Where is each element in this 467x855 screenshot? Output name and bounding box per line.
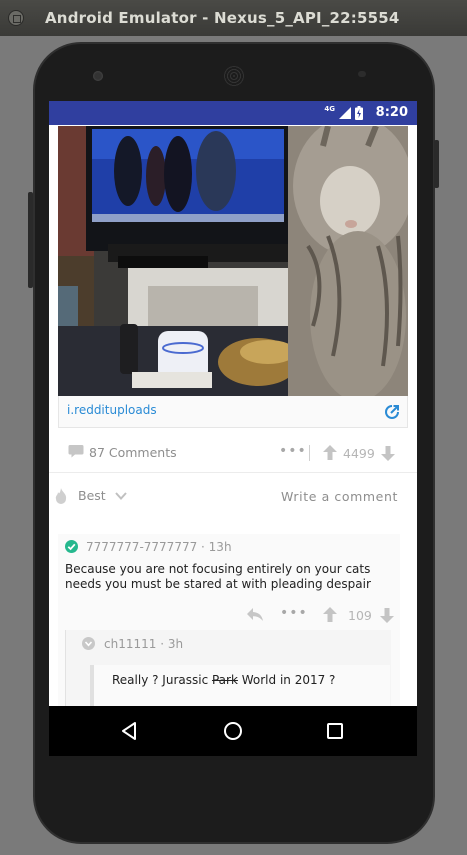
post-score: 4499 <box>343 446 375 461</box>
post-image[interactable] <box>58 126 408 396</box>
front-camera <box>93 71 103 81</box>
check-circle-icon[interactable] <box>65 540 78 553</box>
link-domain[interactable]: i.reddituploads <box>67 403 157 417</box>
signal-icon <box>339 107 351 119</box>
struck-text: Park <box>211 673 238 687</box>
comment-body: Because you are not focusing entirely on… <box>65 562 371 591</box>
window-title: Android Emulator - Nexus_5_API_22:5554 <box>45 9 400 27</box>
status-bar: 4G 8:20 <box>49 101 417 125</box>
home-icon[interactable] <box>222 720 244 742</box>
status-time: 8:20 <box>375 105 408 120</box>
post-actions: 87 Comments ••• 4499 <box>49 437 417 473</box>
comments-count[interactable]: 87 Comments <box>89 445 177 460</box>
reply-icon[interactable] <box>247 608 263 621</box>
reply-comment: ch11111 · 3h Really ? Jurassic Park Worl… <box>65 630 391 706</box>
divider <box>309 445 310 461</box>
comment-score: 109 <box>348 608 372 623</box>
power-button[interactable] <box>434 140 439 188</box>
status-icons: 4G <box>324 105 363 121</box>
sort-label[interactable]: Best <box>78 488 106 503</box>
downvote-icon[interactable] <box>380 608 394 623</box>
cat-photo <box>58 126 408 396</box>
device-screen: 4G 8:20 i.reddituploads 87 Comments ••• … <box>49 101 417 756</box>
link-bar[interactable]: i.reddituploads <box>58 396 408 428</box>
battery-icon <box>355 106 363 120</box>
window-close-button[interactable] <box>8 10 24 26</box>
more-dots-icon[interactable]: ••• <box>280 605 308 621</box>
recents-icon[interactable] <box>324 720 346 742</box>
post-detail: i.reddituploads 87 Comments ••• 4499 Bes… <box>49 125 417 706</box>
comment-actions: ••• 109 <box>58 600 400 630</box>
more-dots-icon[interactable]: ••• <box>279 443 307 459</box>
network-type: 4G <box>324 104 335 113</box>
collapse-chevron-icon[interactable] <box>82 637 95 650</box>
comment-sort-bar: Best Write a comment <box>49 483 417 513</box>
fire-icon <box>55 488 67 504</box>
comment-body: Really ? Jurassic Park World in 2017 ? <box>112 673 336 687</box>
write-comment-button[interactable]: Write a comment <box>281 489 398 504</box>
volume-button[interactable] <box>28 192 33 288</box>
upvote-icon[interactable] <box>323 607 337 622</box>
proximity-sensor <box>358 71 366 77</box>
earpiece-speaker <box>224 66 244 86</box>
comment-author[interactable]: ch11111 · 3h <box>104 637 183 651</box>
back-icon[interactable] <box>119 720 141 742</box>
comment-body-block: Really ? Jurassic Park World in 2017 ? <box>90 665 390 706</box>
downvote-icon[interactable] <box>381 446 395 461</box>
comment-icon[interactable] <box>68 444 84 458</box>
external-link-icon[interactable] <box>384 404 400 420</box>
comment-author[interactable]: 7777777-7777777 · 13h <box>86 540 232 554</box>
chevron-down-icon[interactable] <box>115 491 127 501</box>
upvote-icon[interactable] <box>323 445 337 460</box>
emulator-titlebar: Android Emulator - Nexus_5_API_22:5554 <box>0 0 467 36</box>
navigation-bar <box>49 706 417 756</box>
